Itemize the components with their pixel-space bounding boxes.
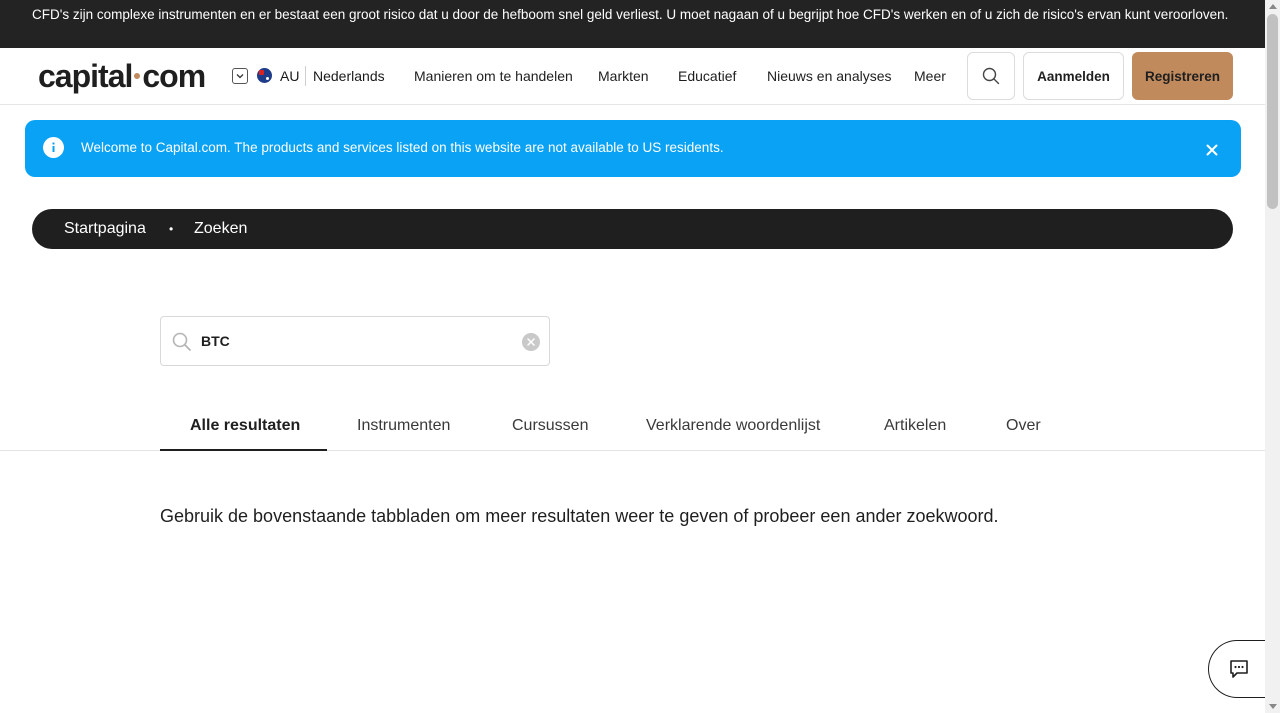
chat-button[interactable] xyxy=(1208,640,1268,698)
active-tab-indicator xyxy=(160,449,327,451)
search-icon xyxy=(982,67,1000,85)
search-input[interactable] xyxy=(201,331,501,351)
scroll-up-arrow-icon[interactable] xyxy=(1269,4,1277,9)
search-icon xyxy=(172,332,191,351)
info-icon xyxy=(43,137,64,158)
close-icon[interactable] xyxy=(1202,140,1222,160)
breadcrumb-separator: • xyxy=(169,222,174,236)
search-box xyxy=(160,316,550,366)
clear-icon[interactable] xyxy=(522,333,540,351)
tab-instruments[interactable]: Instrumenten xyxy=(357,417,450,435)
login-button[interactable]: Aanmelden xyxy=(1023,52,1124,100)
risk-warning-bar: CFD's zijn complexe instrumenten en er b… xyxy=(0,0,1265,48)
register-button[interactable]: Registreren xyxy=(1132,52,1233,100)
risk-warning-text: CFD's zijn complexe instrumenten en er b… xyxy=(32,7,1229,22)
menu-item-news-analysis[interactable]: Nieuws en analyses xyxy=(767,68,892,84)
region-selector[interactable]: AU xyxy=(280,68,299,84)
australia-flag-icon xyxy=(257,68,272,83)
tab-all-results[interactable]: Alle resultaten xyxy=(190,417,300,435)
menu-item-more[interactable]: Meer xyxy=(914,68,946,84)
page: CFD's zijn complexe instrumenten en er b… xyxy=(0,0,1280,713)
breadcrumb: Startpagina • Zoeken xyxy=(32,209,1233,249)
language-divider xyxy=(305,66,306,86)
logo-dot xyxy=(134,72,141,79)
tab-about[interactable]: Over xyxy=(1006,417,1041,435)
tab-articles[interactable]: Artikelen xyxy=(884,417,946,435)
results-hint: Gebruik de bovenstaande tabbladen om mee… xyxy=(160,506,999,526)
menu-item-ways-to-trade[interactable]: Manieren om te handelen xyxy=(414,68,573,84)
breadcrumb-current: Zoeken xyxy=(194,220,248,237)
scroll-down-arrow-icon[interactable] xyxy=(1269,704,1277,709)
chat-icon xyxy=(1229,660,1248,678)
tab-glossary[interactable]: Verklarende woordenlijst xyxy=(646,417,820,435)
logo-text-right: com xyxy=(142,58,206,94)
logo-text-left: capital xyxy=(38,58,133,94)
menu-item-markets[interactable]: Markten xyxy=(598,68,649,84)
tab-courses[interactable]: Cursussen xyxy=(512,417,588,435)
page-scrollbar[interactable] xyxy=(1265,0,1280,713)
banner-text: Welcome to Capital.com. The products and… xyxy=(81,140,724,155)
chevron-down-icon[interactable] xyxy=(232,68,248,84)
menu-item-education[interactable]: Educatief xyxy=(678,68,736,84)
capital-com-logo[interactable]: capital com xyxy=(38,58,206,94)
top-navigation: capital com AU Nederlands Manieren om te … xyxy=(0,48,1265,105)
header-search-button[interactable] xyxy=(967,52,1015,100)
breadcrumb-home-link[interactable]: Startpagina xyxy=(64,220,146,238)
language-selector[interactable]: Nederlands xyxy=(313,68,385,84)
us-residents-banner: Welcome to Capital.com. The products and… xyxy=(25,120,1241,177)
scrollbar-thumb[interactable] xyxy=(1267,14,1278,209)
